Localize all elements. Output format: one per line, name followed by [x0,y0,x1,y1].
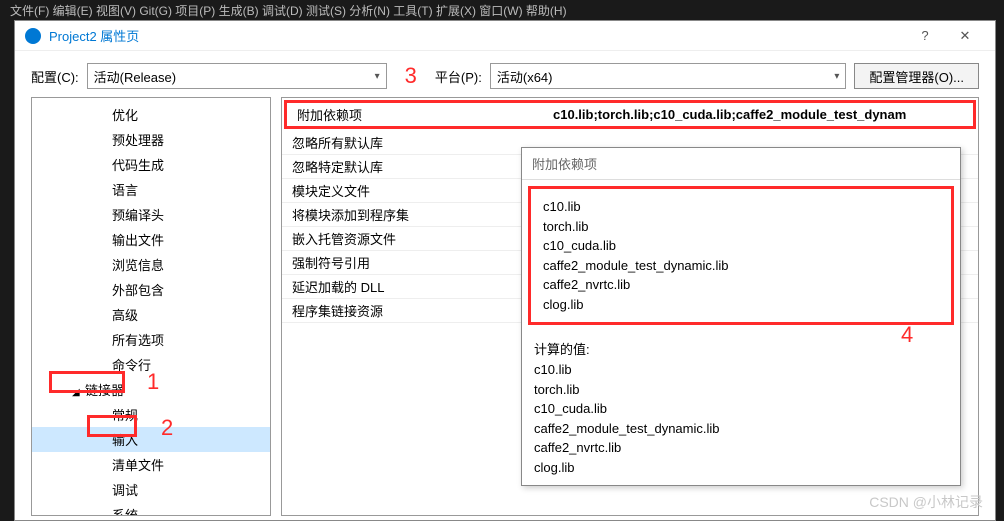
computed-line: torch.lib [534,380,948,400]
computed-line: caffe2_module_test_dynamic.lib [534,419,948,439]
tree-item[interactable]: 所有选项 [32,327,270,352]
computed-label: 计算的值: [522,331,960,360]
tree-item-label: 输出文件 [112,233,164,248]
tree-item[interactable]: 命令行 [32,352,270,377]
app-icon [25,28,41,44]
chevron-down-icon: ▾ [375,71,380,82]
category-tree[interactable]: 优化预处理器代码生成语言预编译头输出文件浏览信息外部包含高级所有选项命令行 ◢链接… [31,97,271,516]
config-value: 活动(Release) [94,67,176,86]
tree-item-label: 语言 [112,183,138,198]
edit-line: caffe2_nvrtc.lib [543,275,939,295]
computed-line: c10_cuda.lib [534,399,948,419]
edit-line: c10.lib [543,197,939,217]
property-label: 将模块添加到程序集 [282,203,542,226]
tree-item-label: 所有选项 [112,333,164,348]
tree-item[interactable]: ◢链接器 [32,377,270,402]
computed-line: clog.lib [534,458,948,478]
tree-item[interactable]: 浏览信息 [32,252,270,277]
tree-item[interactable]: 输出文件 [32,227,270,252]
tree-item-label: 浏览信息 [112,258,164,273]
platform-label: 平台(P): [435,67,482,86]
edit-line: torch.lib [543,217,939,237]
tree-item[interactable]: 系统 [32,502,270,516]
tree-item-label: 命令行 [112,358,151,373]
config-label: 配置(C): [31,67,79,86]
config-combo[interactable]: 活动(Release) ▾ [87,63,387,89]
property-label: 延迟加载的 DLL [282,275,542,298]
tree-item-label: 外部包含 [112,283,164,298]
property-label: 忽略特定默认库 [282,155,542,178]
tree-item[interactable]: 清单文件 [32,452,270,477]
tree-item-label: 常规 [112,408,138,423]
tree-item[interactable]: 预编译头 [32,202,270,227]
expander-icon[interactable]: ◢ [72,387,82,398]
dependencies-editbox[interactable]: c10.libtorch.libc10_cuda.libcaffe2_modul… [528,186,954,325]
property-label: 忽略所有默认库 [282,131,542,154]
tree-item[interactable]: 代码生成 [32,152,270,177]
property-label: 强制符号引用 [282,251,542,274]
ide-menubar: 文件(F) 编辑(E) 视图(V) Git(G) 项目(P) 生成(B) 调试(… [0,0,1004,20]
property-value[interactable]: c10.lib;torch.lib;c10_cuda.lib;caffe2_mo… [547,105,973,124]
annotation-3: 3 [405,63,417,89]
config-bar: 配置(C): 活动(Release) ▾ 3 平台(P): 活动(x64) ▾ … [15,51,995,97]
dialog-title: Project2 属性页 [49,26,905,45]
tree-item-label: 优化 [112,108,138,123]
property-label: 附加依赖项 [287,103,547,126]
tree-item-label: 清单文件 [112,458,164,473]
property-label: 模块定义文件 [282,179,542,202]
edit-line: c10_cuda.lib [543,236,939,256]
platform-combo[interactable]: 活动(x64) ▾ [490,63,847,89]
tree-item-label: 高级 [112,308,138,323]
platform-value: 活动(x64) [497,67,553,86]
tree-item-label: 预处理器 [112,133,164,148]
config-manager-button[interactable]: 配置管理器(O)... [854,63,979,89]
edit-line: clog.lib [543,295,939,315]
edit-line: caffe2_module_test_dynamic.lib [543,256,939,276]
computed-values: c10.libtorch.libc10_cuda.libcaffe2_modul… [522,360,960,485]
additional-dependencies-popup: 附加依赖项 c10.libtorch.libc10_cuda.libcaffe2… [521,147,961,486]
tree-item[interactable]: 优化 [32,102,270,127]
popup-title: 附加依赖项 [522,148,960,180]
tree-item[interactable]: 预处理器 [32,127,270,152]
tree-item-label: 预编译头 [112,208,164,223]
tree-item-label: 代码生成 [112,158,164,173]
tree-item[interactable]: 调试 [32,477,270,502]
tree-item[interactable]: 语言 [32,177,270,202]
help-button[interactable]: ? [905,22,945,50]
property-row[interactable]: 附加依赖项c10.lib;torch.lib;c10_cuda.lib;caff… [284,100,976,129]
tree-item[interactable]: 常规 [32,402,270,427]
tree-item[interactable]: 外部包含 [32,277,270,302]
chevron-down-icon: ▾ [834,71,839,82]
property-pages-dialog: Project2 属性页 ? ✕ 配置(C): 活动(Release) ▾ 3 … [14,20,996,521]
computed-line: c10.lib [534,360,948,380]
tree-item[interactable]: 输入 [32,427,270,452]
property-label: 程序集链接资源 [282,299,542,322]
computed-line: caffe2_nvrtc.lib [534,438,948,458]
property-label: 嵌入托管资源文件 [282,227,542,250]
tree-item-label: 调试 [112,483,138,498]
tree-item-label: 链接器 [85,383,124,398]
tree-item-label: 系统 [112,508,138,516]
close-button[interactable]: ✕ [945,22,985,50]
tree-item-label: 输入 [112,433,138,448]
property-value[interactable] [542,141,978,145]
tree-item[interactable]: 高级 [32,302,270,327]
dialog-titlebar: Project2 属性页 ? ✕ [15,21,995,51]
